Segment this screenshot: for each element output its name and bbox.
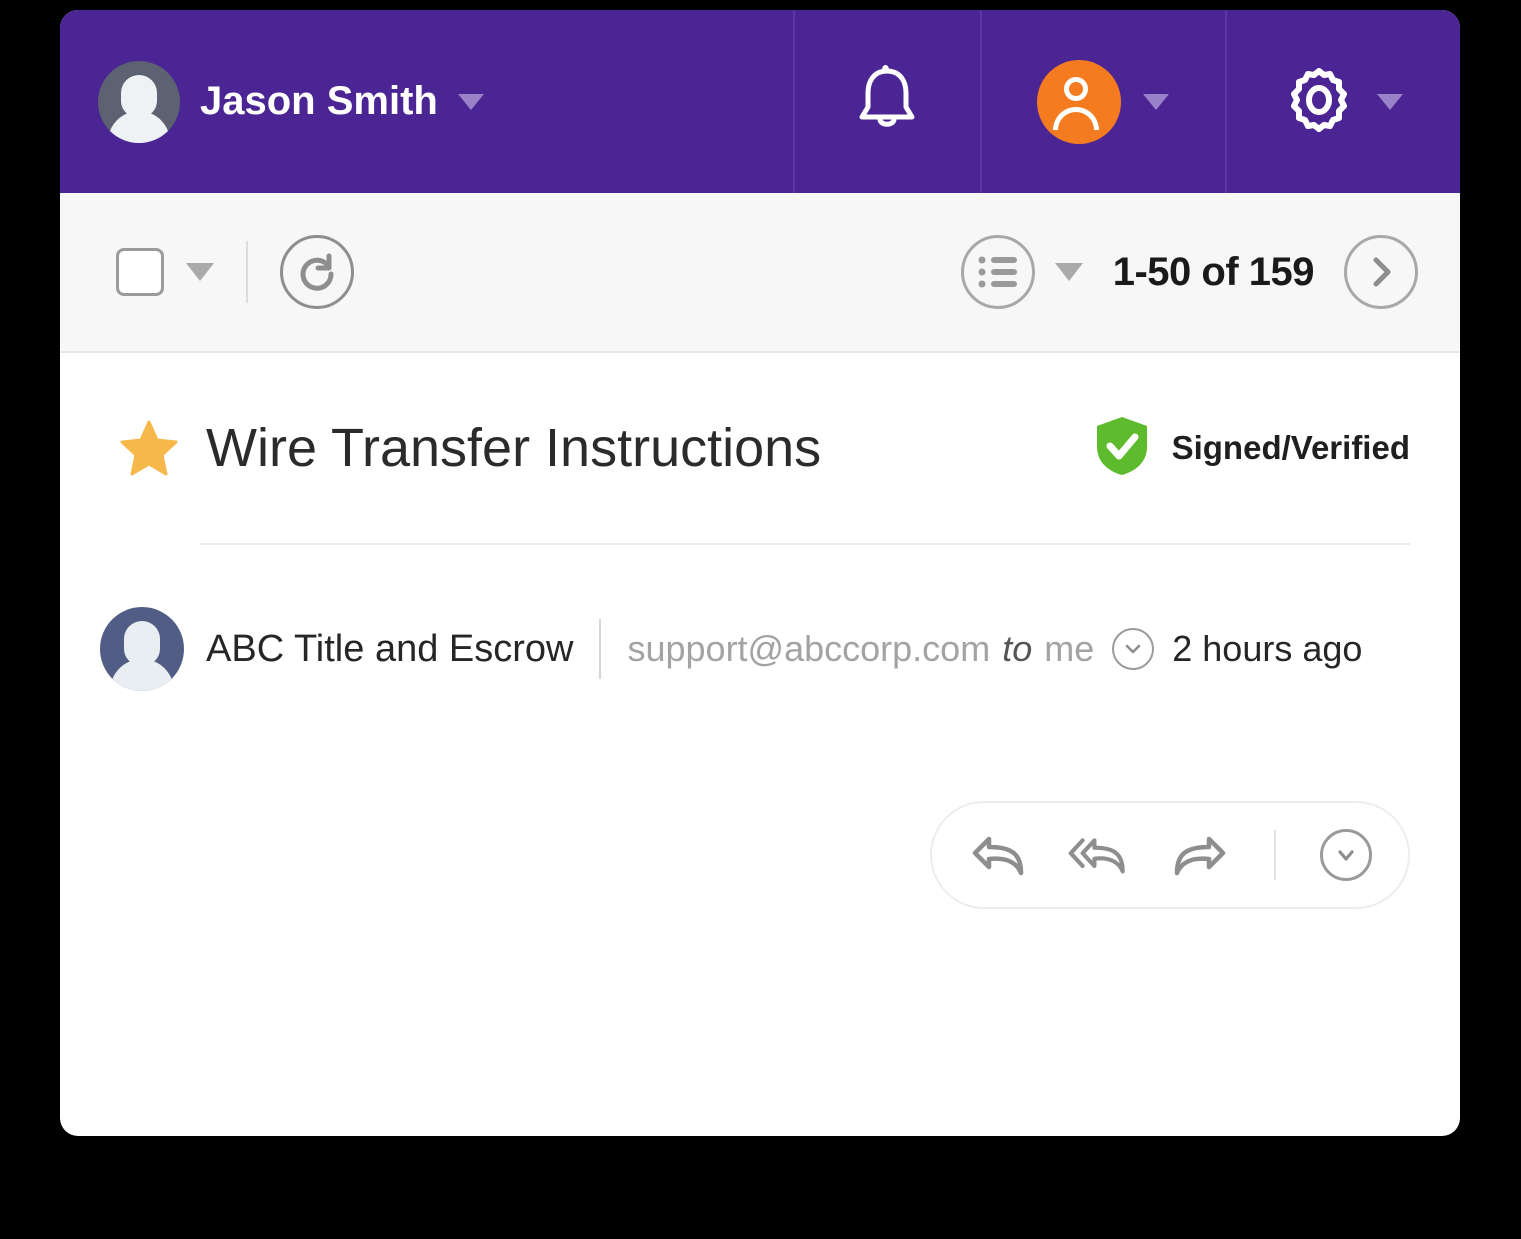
star-filled-icon[interactable] [120, 420, 178, 476]
email-subject: Wire Transfer Instructions [206, 418, 822, 478]
toolbar-divider [246, 241, 248, 303]
user-name-label: Jason Smith [200, 79, 438, 123]
account-person-icon [1036, 59, 1121, 144]
person-avatar-icon [98, 60, 180, 143]
account-menu[interactable] [980, 10, 1225, 193]
list-lines-circle-icon[interactable] [960, 235, 1035, 309]
email-actions-pill [930, 801, 1410, 909]
signed-verified-badge: Signed/Verified [1094, 415, 1410, 482]
chevron-down-icon[interactable] [186, 263, 214, 281]
gear-settings-icon [1283, 63, 1355, 140]
shield-check-icon [1094, 415, 1150, 482]
email-view: Wire Transfer Instructions Signed/Verifi… [60, 353, 1460, 909]
sender-row: ABC Title and Escrow support@abccorp.com… [60, 545, 1460, 691]
reply-arrow-icon[interactable] [968, 824, 1030, 886]
app-header: Jason Smith [60, 10, 1460, 193]
person-avatar-icon [100, 607, 184, 691]
header-divider [980, 10, 982, 193]
notifications-button[interactable] [793, 10, 980, 193]
verified-label: Signed/Verified [1171, 429, 1410, 466]
to-label: to [1002, 628, 1033, 669]
forward-arrow-icon[interactable] [1168, 824, 1230, 886]
reply-all-arrow-icon[interactable] [1068, 824, 1130, 886]
select-all-checkbox[interactable] [116, 248, 164, 296]
settings-menu[interactable] [1225, 10, 1460, 193]
recipient-label: me [1044, 628, 1095, 669]
user-menu[interactable]: Jason Smith [60, 10, 793, 193]
subject-row: Wire Transfer Instructions Signed/Verifi… [60, 353, 1460, 543]
bell-notification-icon [856, 63, 918, 140]
chevron-down-icon[interactable] [1142, 93, 1169, 110]
sender-name: ABC Title and Escrow [206, 627, 574, 670]
pagination-label: 1-50 of 159 [1112, 249, 1315, 294]
email-actions-row [60, 691, 1460, 909]
header-divider [793, 10, 795, 193]
chevron-right-circle-icon[interactable] [1344, 235, 1418, 309]
mail-client-window: Jason Smith 1-50 of 159 Wire Transfer In… [60, 10, 1460, 1136]
chevron-down-icon[interactable] [1376, 93, 1403, 110]
email-timestamp: 2 hours ago [1172, 628, 1363, 669]
actions-divider [1274, 830, 1276, 880]
refresh-circle-icon[interactable] [280, 235, 354, 309]
chevron-down-circle-icon[interactable] [1112, 628, 1155, 670]
header-divider [1225, 10, 1227, 193]
mail-toolbar: 1-50 of 159 [60, 193, 1460, 353]
sender-email: support@abccorp.com [627, 628, 991, 669]
sender-divider [599, 619, 602, 679]
chevron-down-circle-icon[interactable] [1320, 829, 1372, 881]
chevron-down-icon[interactable] [1054, 263, 1083, 281]
chevron-down-icon[interactable] [457, 93, 484, 110]
